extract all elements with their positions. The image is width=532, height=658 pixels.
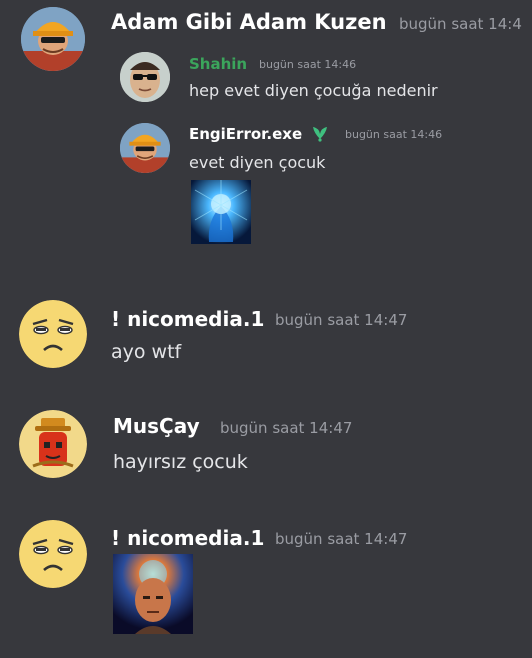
galaxy-brain-face-image bbox=[113, 554, 193, 634]
yellow-frown-face-avatar bbox=[19, 520, 87, 588]
timestamp: bugün saat 14:47 bbox=[275, 311, 408, 329]
timestamp: bugün saat 14:46 bbox=[345, 128, 443, 141]
timestamp: bugün saat 14:46 bbox=[259, 58, 357, 71]
username[interactable]: EngiError.exe bbox=[189, 125, 302, 143]
green-leaf-badge-icon bbox=[310, 123, 330, 143]
yellow-frown-face-avatar bbox=[19, 300, 87, 368]
sunglasses-face-avatar bbox=[120, 52, 170, 102]
timestamp: bugün saat 14:47 bbox=[275, 530, 408, 548]
message-group: ! nicomedia.1 bugün saat 14:47 bbox=[0, 516, 532, 658]
message-text: hep evet diyen çocuğa nedenir bbox=[189, 81, 438, 100]
message-text: hayırsız çocuk bbox=[113, 451, 248, 473]
timestamp: bugün saat 14:47 bbox=[220, 419, 353, 437]
glowing-blue-brain-image bbox=[191, 180, 251, 244]
username[interactable]: Shahin bbox=[189, 55, 247, 73]
user-avatar[interactable] bbox=[19, 300, 87, 368]
message-group: ! nicomedia.1 bugün saat 14:47 ayo wtf bbox=[0, 296, 532, 376]
engineer-avatar bbox=[120, 123, 170, 173]
tea-pot-character-avatar bbox=[19, 410, 87, 478]
user-avatar[interactable] bbox=[120, 123, 170, 173]
attachment-image[interactable] bbox=[191, 180, 251, 244]
username[interactable]: MusÇay bbox=[113, 414, 200, 438]
user-avatar[interactable] bbox=[19, 410, 87, 478]
timestamp: bugün saat 14:4 bbox=[399, 15, 522, 33]
forwarded-message: EngiError.exe bugün saat 14:46 evet diye… bbox=[0, 118, 532, 248]
username[interactable]: ! nicomedia.1 bbox=[111, 526, 264, 550]
username[interactable]: ! nicomedia.1 bbox=[111, 307, 264, 331]
forwarded-message: Shahin bugün saat 14:46 hep evet diyen ç… bbox=[0, 48, 532, 112]
attachment-image[interactable] bbox=[113, 554, 193, 634]
username[interactable]: Adam Gibi Adam Kuzen bbox=[111, 10, 387, 34]
message-text: ayo wtf bbox=[111, 341, 182, 363]
message-group: MusÇay bugün saat 14:47 hayırsız çocuk bbox=[0, 404, 532, 484]
message-text: evet diyen çocuk bbox=[189, 153, 326, 172]
user-avatar[interactable] bbox=[120, 52, 170, 102]
user-avatar[interactable] bbox=[19, 520, 87, 588]
